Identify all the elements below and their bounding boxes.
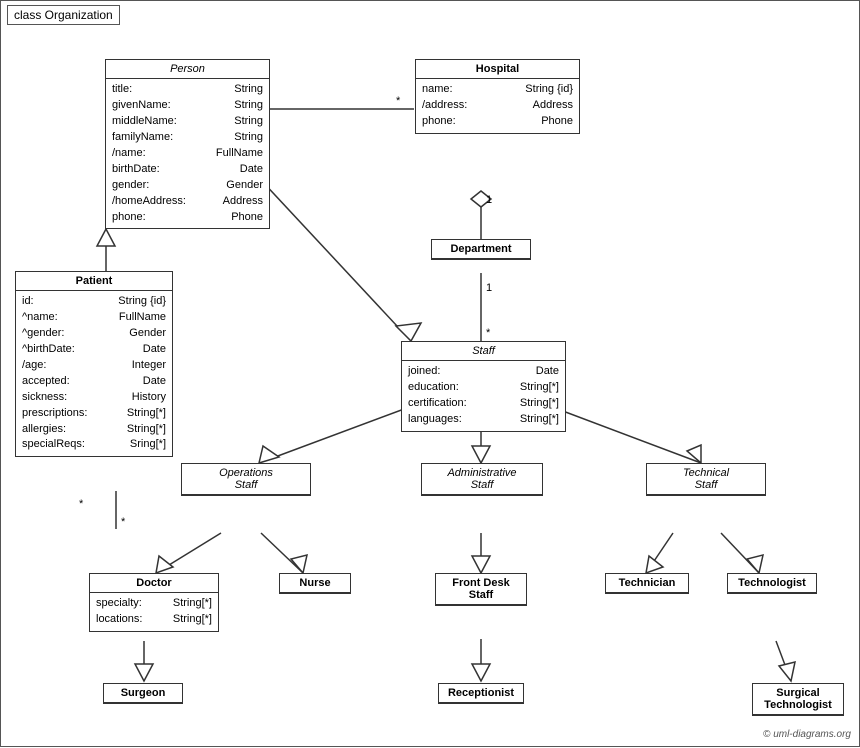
surgical-technologist-header: SurgicalTechnologist xyxy=(753,684,843,715)
department-header: Department xyxy=(432,240,530,259)
patient-class: Patient id:String {id} ^name:FullName ^g… xyxy=(15,271,173,457)
staff-class: Staff joined:Date education:String[*] ce… xyxy=(401,341,566,432)
hospital-class: Hospital name:String {id} /address:Addre… xyxy=(415,59,580,134)
svg-text:1: 1 xyxy=(486,282,492,294)
nurse-class: Nurse xyxy=(279,573,351,594)
person-class: Person title:String givenName:String mid… xyxy=(105,59,270,229)
person-body: title:String givenName:String middleName… xyxy=(106,79,269,228)
doctor-class: Doctor specialty:String[*] locations:Str… xyxy=(89,573,219,632)
technologist-header: Technologist xyxy=(728,574,816,593)
technician-header: Technician xyxy=(606,574,688,593)
patient-body: id:String {id} ^name:FullName ^gender:Ge… xyxy=(16,291,172,456)
svg-text:1: 1 xyxy=(486,194,492,206)
department-class: Department xyxy=(431,239,531,260)
doctor-body: specialty:String[*] locations:String[*] xyxy=(90,593,218,631)
technician-class: Technician xyxy=(605,573,689,594)
technical-staff-header: TechnicalStaff xyxy=(647,464,765,495)
copyright: © uml-diagrams.org xyxy=(763,729,851,740)
technologist-class: Technologist xyxy=(727,573,817,594)
svg-text:*: * xyxy=(486,327,491,339)
technical-staff-class: TechnicalStaff xyxy=(646,463,766,496)
front-desk-staff-header: Front DeskStaff xyxy=(436,574,526,605)
svg-text:*: * xyxy=(79,498,84,510)
nurse-header: Nurse xyxy=(280,574,350,593)
receptionist-header: Receptionist xyxy=(439,684,523,703)
administrative-staff-class: AdministrativeStaff xyxy=(421,463,543,496)
receptionist-class: Receptionist xyxy=(438,683,524,704)
svg-text:*: * xyxy=(396,95,401,107)
person-header: Person xyxy=(106,60,269,79)
surgical-technologist-class: SurgicalTechnologist xyxy=(752,683,844,716)
operations-staff-class: OperationsStaff xyxy=(181,463,311,496)
diagram-title: class Organization xyxy=(7,5,120,25)
patient-header: Patient xyxy=(16,272,172,291)
svg-text:*: * xyxy=(121,516,126,528)
hospital-body: name:String {id} /address:Address phone:… xyxy=(416,79,579,133)
staff-body: joined:Date education:String[*] certific… xyxy=(402,361,565,431)
front-desk-staff-class: Front DeskStaff xyxy=(435,573,527,606)
diagram-container: class Organization * * 1 * 1 * xyxy=(0,0,860,747)
hospital-header: Hospital xyxy=(416,60,579,79)
surgeon-class: Surgeon xyxy=(103,683,183,704)
doctor-header: Doctor xyxy=(90,574,218,593)
operations-staff-header: OperationsStaff xyxy=(182,464,310,495)
surgeon-header: Surgeon xyxy=(104,684,182,703)
administrative-staff-header: AdministrativeStaff xyxy=(422,464,542,495)
staff-header: Staff xyxy=(402,342,565,361)
